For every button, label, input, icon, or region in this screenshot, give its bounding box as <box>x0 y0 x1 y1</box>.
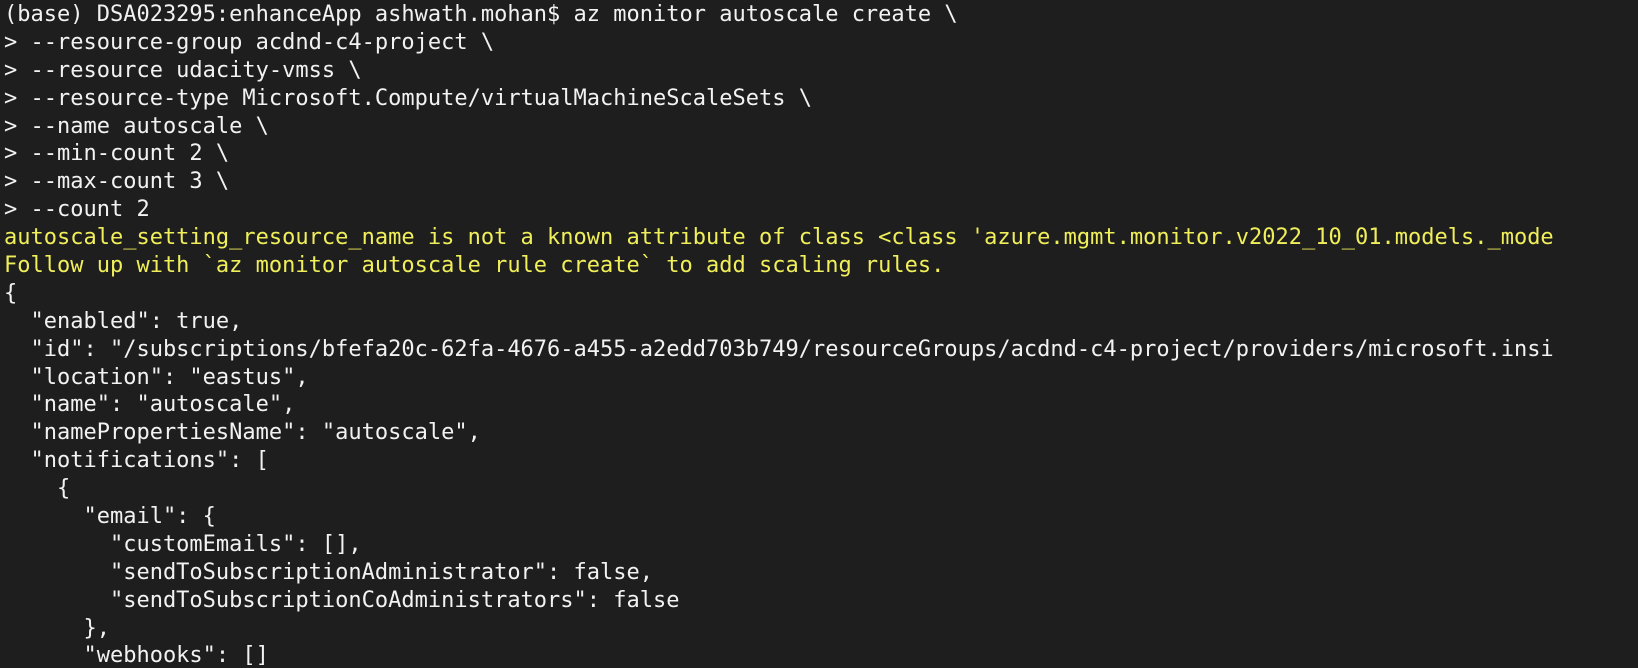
terminal-line-resource-type: > --resource-type Microsoft.Compute/virt… <box>4 85 812 111</box>
json-output-line: { <box>4 476 71 502</box>
json-output-line: "sendToSubscriptionAdministrator": false… <box>4 559 654 585</box>
json-output-line: "webhooks": [] <box>4 643 269 668</box>
json-output-line: { <box>4 280 18 306</box>
terminal-line-max-count: > --max-count 3 \ <box>4 169 230 195</box>
terminal-line-resource-group: > --resource-group acdnd-c4-project \ <box>4 29 495 55</box>
json-output-line: "namePropertiesName": "autoscale", <box>4 420 481 446</box>
json-output-line: "sendToSubscriptionCoAdministrators": fa… <box>4 587 680 613</box>
terminal-line-prompt-command: (base) DSA023295:enhanceApp ashwath.moha… <box>4 2 958 27</box>
terminal-line-count: > --count 2 <box>4 197 150 223</box>
json-output-line: "customEmails": [], <box>4 531 362 557</box>
json-output-line: "email": { <box>4 504 216 530</box>
terminal-line-min-count: > --min-count 2 \ <box>4 141 230 167</box>
terminal-line-name: > --name autoscale \ <box>4 113 269 139</box>
terminal-line-follow-up-hint: Follow up with `az monitor autoscale rul… <box>4 253 945 279</box>
terminal-window[interactable]: (base) DSA023295:enhanceApp ashwath.moha… <box>0 0 1638 668</box>
terminal-line-warning: autoscale_setting_resource_name is not a… <box>4 225 1554 251</box>
json-output-line: "location": "eastus", <box>4 364 309 390</box>
json-output-line: "id": "/subscriptions/bfefa20c-62fa-4676… <box>4 336 1554 362</box>
json-output-line: }, <box>4 615 110 641</box>
terminal-line-resource: > --resource udacity-vmss \ <box>4 57 362 83</box>
json-output-line: "enabled": true, <box>4 308 243 334</box>
json-output-line: "name": "autoscale", <box>4 392 296 418</box>
json-output-line: "notifications": [ <box>4 448 269 474</box>
